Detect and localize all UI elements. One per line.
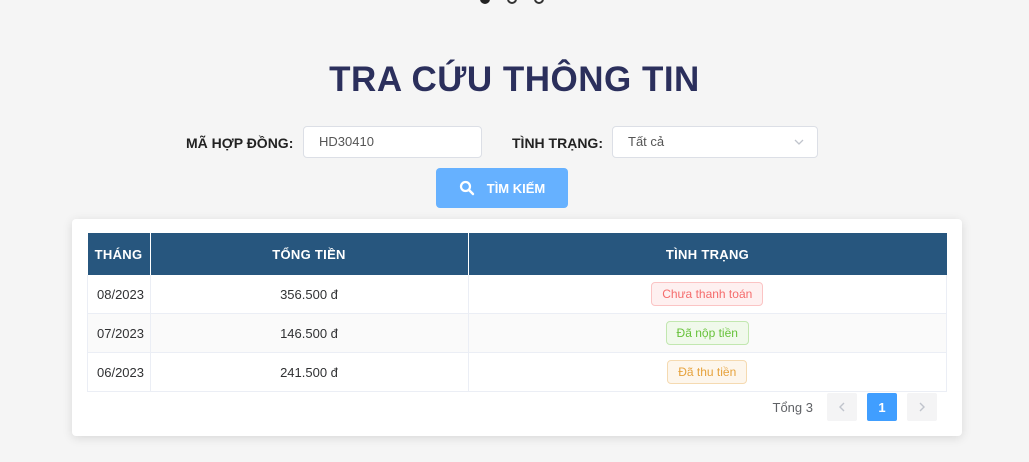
table-row: 06/2023 241.500 đ Đã thu tiền [87, 352, 947, 392]
status-badge: Đã nộp tiền [665, 321, 749, 345]
results-table: THÁNG TỔNG TIỀN TÌNH TRẠNG 08/2023 356.5… [87, 233, 947, 392]
cell-total: 241.500 đ [150, 352, 469, 392]
carousel-dot-1[interactable] [480, 0, 490, 4]
status-select-value: Tất cả [628, 134, 665, 149]
carousel-indicators [480, 0, 544, 4]
cell-status: Đã thu tiền [468, 352, 947, 392]
status-label: TÌNH TRẠNG: [512, 135, 603, 151]
table-row: 07/2023 146.500 đ Đã nộp tiền [87, 313, 947, 353]
contract-input[interactable]: HD30410 [303, 126, 482, 158]
next-page-button[interactable] [907, 393, 937, 421]
search-button[interactable]: TÌM KIẾM [436, 168, 568, 208]
carousel-dot-3[interactable] [534, 0, 544, 4]
cell-month: 07/2023 [87, 313, 151, 353]
header-month: THÁNG [87, 233, 151, 275]
pagination: Tổng 3 1 [773, 393, 937, 421]
carousel-dot-2[interactable] [507, 0, 517, 4]
results-card: THÁNG TỔNG TIỀN TÌNH TRẠNG 08/2023 356.5… [72, 219, 962, 436]
status-badge: Đã thu tiền [667, 360, 748, 384]
page-title: TRA CỨU THÔNG TIN [329, 60, 700, 99]
table-row: 08/2023 356.500 đ Chưa thanh toán [87, 275, 947, 314]
cell-month: 06/2023 [87, 352, 151, 392]
status-badge: Chưa thanh toán [651, 282, 764, 306]
pagination-total: Tổng 3 [772, 399, 813, 415]
search-form: MÃ HỢP ĐỒNG: HD30410 TÌNH TRẠNG: Tất cả [0, 126, 1029, 158]
chevron-left-icon [839, 402, 845, 412]
header-status: TÌNH TRẠNG [468, 233, 947, 275]
contract-label: MÃ HỢP ĐỒNG: [186, 135, 294, 151]
cell-status: Đã nộp tiền [468, 313, 947, 353]
cell-total: 146.500 đ [150, 313, 469, 353]
page-button-current[interactable]: 1 [867, 393, 897, 421]
search-icon [459, 180, 474, 196]
cell-month: 08/2023 [87, 275, 151, 314]
header-total: TỔNG TIỀN [150, 233, 469, 275]
chevron-right-icon [919, 402, 925, 412]
table-header-row: THÁNG TỔNG TIỀN TÌNH TRẠNG [87, 233, 947, 275]
status-select[interactable]: Tất cả [612, 126, 818, 158]
cell-total: 356.500 đ [150, 275, 469, 314]
search-button-label: TÌM KIẾM [486, 180, 546, 196]
chevron-down-icon [794, 139, 804, 145]
prev-page-button[interactable] [827, 393, 857, 421]
cell-status: Chưa thanh toán [468, 275, 947, 314]
